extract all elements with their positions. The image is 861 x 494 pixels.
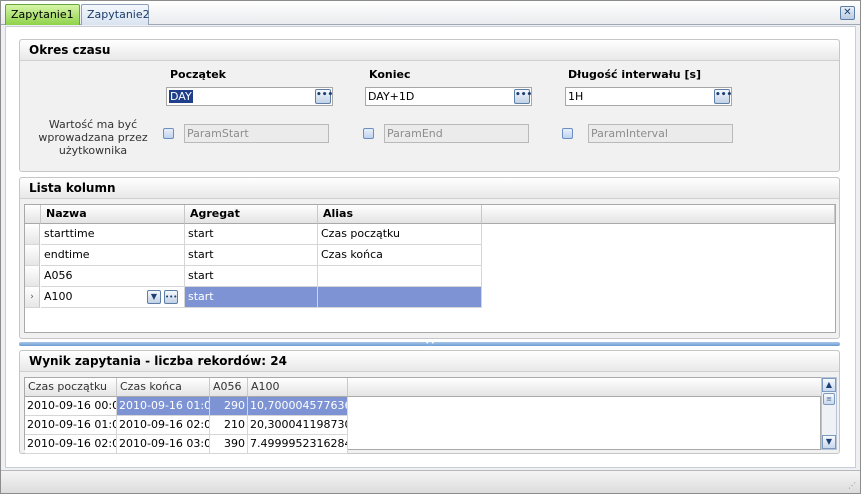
columns-grid[interactable]: Nazwa Agregat Alias starttime start Czas…: [24, 204, 836, 333]
table-cell[interactable]: endtime: [41, 245, 185, 266]
user-input-label: Wartość ma być wprowadzana przez użytkow…: [38, 118, 148, 157]
table-cell[interactable]: 2010-09-16 03:00: [117, 435, 210, 454]
table-cell[interactable]: [318, 287, 482, 308]
end-value: DAY+1D: [368, 90, 415, 103]
row-header[interactable]: [25, 266, 40, 287]
col-header-nazwa[interactable]: Nazwa: [41, 205, 185, 224]
columns-group: Lista kolumn Nazwa Agregat Alias startti…: [19, 177, 840, 339]
time-period-group: Okres czasu Początek Koniec Długość inte…: [19, 39, 840, 172]
interval-ellipsis-icon[interactable]: •••: [714, 89, 732, 104]
current-row-indicator-icon[interactable]: ›: [25, 287, 40, 308]
col-header-filler: [482, 205, 835, 224]
table-cell[interactable]: 390: [210, 435, 248, 454]
scroll-thumb[interactable]: ≡: [823, 393, 835, 405]
table-cell[interactable]: 290: [210, 397, 248, 416]
table-cell[interactable]: [318, 266, 482, 287]
table-cell[interactable]: A056: [41, 266, 185, 287]
splitter-grip-icon: • • •: [425, 340, 435, 351]
status-bar: ⋰: [1, 470, 860, 493]
table-cell[interactable]: 10,7000045776367: [248, 397, 348, 416]
row-header-corner: [25, 205, 41, 224]
param-end-checkbox[interactable]: [363, 128, 374, 139]
param-start-checkbox[interactable]: [163, 128, 174, 139]
results-group: Wynik zapytania - liczba rekordów: 24 Cz…: [19, 350, 840, 454]
table-cell[interactable]: start: [185, 266, 318, 287]
results-scrollbar[interactable]: ▲ ≡ ▼: [821, 377, 837, 450]
start-ellipsis-icon[interactable]: •••: [315, 89, 333, 104]
end-field[interactable]: DAY+1D •••: [365, 87, 532, 106]
scroll-down-icon[interactable]: ▼: [822, 435, 836, 449]
table-cell[interactable]: starttime: [41, 224, 185, 245]
tab-strip: Zapytanie1 Zapytanie2 ✕: [1, 1, 860, 25]
interval-value: 1H: [568, 90, 584, 103]
interval-label: Długość interwału [s]: [568, 68, 702, 81]
table-cell[interactable]: 20,3000411987305: [248, 416, 348, 435]
time-period-title: Okres czasu: [20, 40, 839, 61]
end-ellipsis-icon[interactable]: •••: [514, 89, 532, 104]
res-header-end[interactable]: Czas końca: [117, 378, 210, 397]
scroll-up-icon[interactable]: ▲: [822, 378, 836, 392]
results-grid[interactable]: Czas początku Czas końca A056 A100 2010-…: [24, 377, 822, 454]
name-combo-cell[interactable]: A100 ▼ •••: [41, 287, 185, 308]
table-cell[interactable]: Czas początku: [318, 224, 482, 245]
param-end-field[interactable]: ParamEnd: [384, 124, 529, 143]
table-cell[interactable]: 2010-09-16 01:00: [25, 416, 117, 435]
table-cell[interactable]: 2010-09-16 02:00: [25, 435, 117, 454]
col-header-agregat[interactable]: Agregat: [185, 205, 318, 224]
table-cell[interactable]: 2010-09-16 02:00: [117, 416, 210, 435]
end-label: Koniec: [369, 68, 411, 81]
columns-title: Lista kolumn: [20, 178, 839, 199]
table-cell[interactable]: 210: [210, 416, 248, 435]
close-icon[interactable]: ✕: [840, 6, 855, 20]
chevron-down-icon[interactable]: ▼: [147, 290, 161, 304]
table-cell[interactable]: start: [185, 287, 318, 308]
start-label: Początek: [170, 68, 226, 81]
res-header-a100[interactable]: A100: [248, 378, 348, 397]
name-combo-value: A100: [44, 290, 73, 303]
table-cell[interactable]: 2010-09-16 01:00: [117, 397, 210, 416]
start-value: DAY: [169, 90, 193, 103]
main-window: Zapytanie1 Zapytanie2 ✕ Okres czasu Pocz…: [0, 0, 861, 494]
row-header[interactable]: [25, 245, 40, 266]
table-cell[interactable]: start: [185, 245, 318, 266]
start-field[interactable]: DAY •••: [166, 87, 333, 106]
table-cell[interactable]: start: [185, 224, 318, 245]
splitter[interactable]: • • •: [19, 340, 840, 351]
interval-field[interactable]: 1H •••: [565, 87, 732, 106]
res-header-a056[interactable]: A056: [210, 378, 248, 397]
tab-zapytanie2[interactable]: Zapytanie2: [81, 4, 150, 25]
table-cell[interactable]: Czas końca: [318, 245, 482, 266]
table-cell[interactable]: 2010-09-16 00:00: [25, 397, 117, 416]
col-header-alias[interactable]: Alias: [318, 205, 482, 224]
param-interval-checkbox[interactable]: [562, 128, 573, 139]
name-ellipsis-icon[interactable]: •••: [164, 290, 178, 304]
param-interval-field[interactable]: ParamInterval: [588, 124, 733, 143]
results-title: Wynik zapytania - liczba rekordów: 24: [20, 351, 839, 372]
tab-zapytanie1[interactable]: Zapytanie1: [5, 4, 80, 25]
table-cell[interactable]: 7.49999523162842: [248, 435, 348, 454]
res-header-start[interactable]: Czas początku: [25, 378, 117, 397]
res-header-filler: [348, 378, 822, 397]
row-header[interactable]: [25, 224, 40, 245]
param-start-field[interactable]: ParamStart: [184, 124, 329, 143]
resize-grip-icon[interactable]: ⋰: [848, 481, 858, 491]
tab-content: Okres czasu Początek Koniec Długość inte…: [5, 26, 856, 468]
